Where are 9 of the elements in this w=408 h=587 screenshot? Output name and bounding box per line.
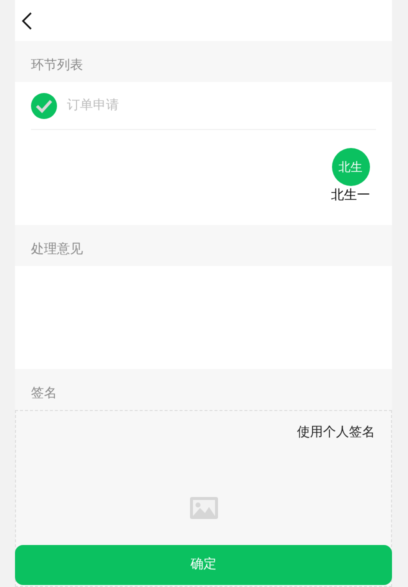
back-icon[interactable] xyxy=(21,12,33,30)
section-title: 签名 xyxy=(31,384,57,403)
section-title: 处理意见 xyxy=(31,240,83,259)
use-signature-link[interactable]: 使用个人签名 xyxy=(297,423,375,442)
image-icon xyxy=(190,496,218,518)
section-title: 环节列表 xyxy=(31,56,83,75)
avatar: 北生 xyxy=(332,148,370,186)
approver-name: 北生一 xyxy=(331,187,370,205)
step-label: 订单申请 xyxy=(67,96,119,115)
